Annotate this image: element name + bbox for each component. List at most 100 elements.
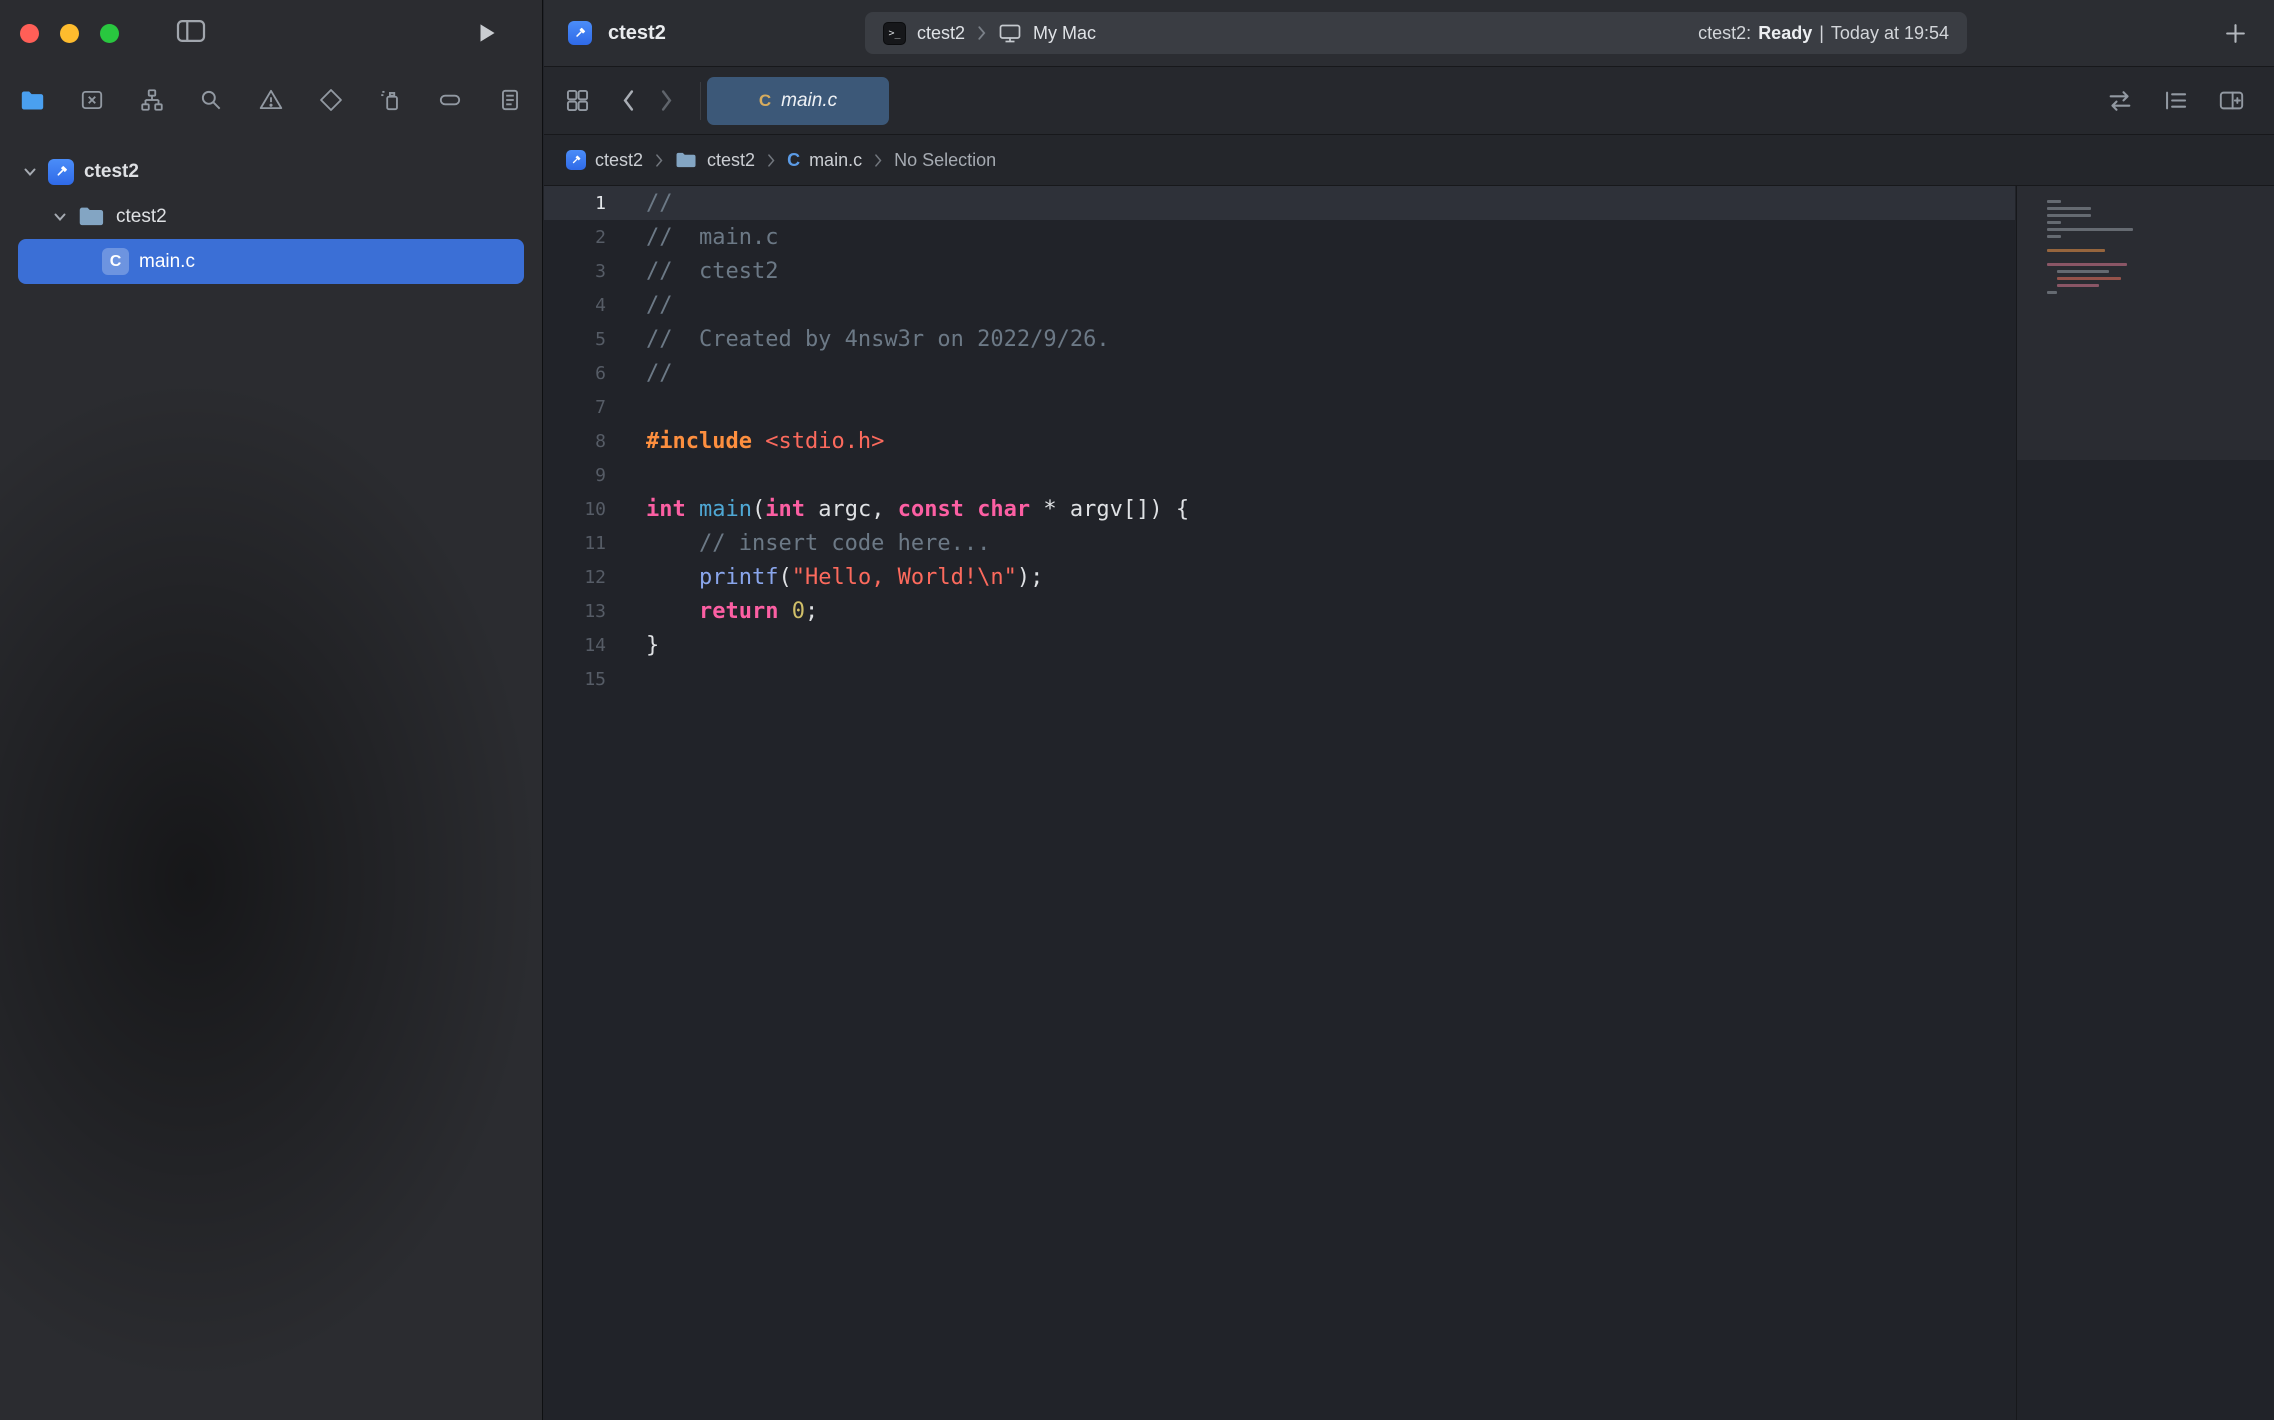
related-items-grid-icon[interactable] — [564, 87, 591, 114]
tree-item-file-selected[interactable]: C main.c — [18, 239, 524, 284]
code-text[interactable]: // — [628, 293, 673, 318]
code-line[interactable]: 7 — [544, 390, 2015, 424]
build-status-message: ctest2: Ready | Today at 19:54 — [1698, 23, 1949, 44]
line-number[interactable]: 7 — [544, 397, 628, 418]
line-number[interactable]: 11 — [544, 533, 628, 554]
code-text[interactable]: #include <stdio.h> — [628, 429, 884, 454]
minimize-window-button[interactable] — [60, 24, 79, 43]
project-navigator-icon[interactable] — [17, 85, 47, 115]
code-line[interactable]: 1// — [544, 186, 2015, 220]
editor-options-icon[interactable] — [2162, 87, 2189, 114]
code-line[interactable]: 11 // insert code here... — [544, 526, 2015, 560]
tree-item-label: ctest2 — [84, 161, 139, 183]
issue-navigator-icon[interactable] — [256, 85, 286, 115]
line-number[interactable]: 15 — [544, 669, 628, 690]
debug-navigator-icon[interactable] — [376, 85, 406, 115]
project-app-icon — [566, 150, 586, 170]
breadcrumb-item-project[interactable]: ctest2 — [566, 150, 643, 171]
tree-item-project[interactable]: ctest2 — [0, 149, 542, 194]
line-number[interactable]: 14 — [544, 635, 628, 656]
disclosure-chevron-icon[interactable] — [22, 164, 38, 180]
code-text[interactable]: // ctest2 — [628, 259, 778, 284]
code-area[interactable]: 1//2// main.c3// ctest24//5// Created by… — [544, 186, 2015, 696]
close-window-button[interactable] — [20, 24, 39, 43]
line-number[interactable]: 2 — [544, 227, 628, 248]
status-divider: | — [1819, 23, 1824, 44]
code-text[interactable]: printf("Hello, World!\n"); — [628, 565, 1043, 590]
code-line[interactable]: 13 return 0; — [544, 594, 2015, 628]
code-text[interactable]: // — [628, 191, 673, 216]
destination-selector[interactable]: My Mac — [1033, 23, 1096, 44]
line-number[interactable]: 1 — [544, 193, 628, 214]
sidebar: ctest2 ctest2 C main.c — [0, 0, 543, 1420]
breadcrumb-item-file[interactable]: C main.c — [787, 150, 862, 171]
code-line[interactable]: 5// Created by 4nsw3r on 2022/9/26. — [544, 322, 2015, 356]
chevron-right-icon — [873, 152, 883, 169]
test-navigator-icon[interactable] — [316, 85, 346, 115]
tab-bar: C main.c — [544, 67, 2274, 135]
swap-arrows-icon[interactable] — [2106, 87, 2134, 115]
line-number[interactable]: 3 — [544, 261, 628, 282]
disclosure-chevron-icon[interactable] — [52, 209, 68, 225]
breakpoint-navigator-icon[interactable] — [435, 85, 465, 115]
breadcrumb-item-selection[interactable]: No Selection — [894, 150, 996, 171]
c-file-icon: C — [102, 248, 129, 275]
code-line[interactable]: 12 printf("Hello, World!\n"); — [544, 560, 2015, 594]
code-text[interactable]: // insert code here... — [628, 531, 990, 556]
line-number[interactable]: 4 — [544, 295, 628, 316]
add-button[interactable] — [2223, 21, 2248, 46]
code-line[interactable]: 14} — [544, 628, 2015, 662]
scheme-selector[interactable]: ctest2 — [917, 23, 965, 44]
breadcrumb-item-group[interactable]: ctest2 — [675, 150, 755, 171]
chevron-right-icon — [766, 152, 776, 169]
zoom-window-button[interactable] — [100, 24, 119, 43]
code-text[interactable]: // main.c — [628, 225, 778, 250]
main-toolbar: ctest2 >_ ctest2 My Mac ctest2: Ready — [544, 0, 2274, 67]
code-text[interactable]: return 0; — [628, 599, 818, 624]
code-line[interactable]: 9 — [544, 458, 2015, 492]
symbol-navigator-icon[interactable] — [137, 85, 167, 115]
breadcrumb-label: No Selection — [894, 150, 996, 171]
sidebar-toggle-icon[interactable] — [176, 18, 206, 44]
code-line[interactable]: 3// ctest2 — [544, 254, 2015, 288]
line-number[interactable]: 6 — [544, 363, 628, 384]
project-tree: ctest2 ctest2 C main.c — [0, 133, 542, 284]
line-number[interactable]: 10 — [544, 499, 628, 520]
tree-item-folder[interactable]: ctest2 — [0, 194, 542, 239]
breadcrumb-label: ctest2 — [595, 150, 643, 171]
code-line[interactable]: 2// main.c — [544, 220, 2015, 254]
find-navigator-icon[interactable] — [196, 85, 226, 115]
tab-main-c[interactable]: C main.c — [707, 77, 889, 125]
tree-item-label: ctest2 — [116, 206, 167, 228]
tabbar-separator — [700, 82, 701, 120]
tab-label: main.c — [781, 90, 837, 112]
minimap[interactable] — [2016, 186, 2274, 1420]
run-button[interactable] — [474, 20, 500, 46]
line-number[interactable]: 13 — [544, 601, 628, 622]
code-text[interactable]: // Created by 4nsw3r on 2022/9/26. — [628, 327, 1110, 352]
add-editor-icon[interactable] — [2217, 87, 2246, 114]
line-number[interactable]: 8 — [544, 431, 628, 452]
code-line[interactable]: 6// — [544, 356, 2015, 390]
window-title: ctest2 — [608, 22, 666, 45]
project-app-icon — [568, 21, 592, 45]
line-number[interactable]: 12 — [544, 567, 628, 588]
go-back-icon[interactable] — [620, 87, 637, 114]
breadcrumb-label: main.c — [809, 150, 862, 171]
code-line[interactable]: 10int main(int argc, const char * argv[]… — [544, 492, 2015, 526]
line-number[interactable]: 9 — [544, 465, 628, 486]
code-line[interactable]: 4// — [544, 288, 2015, 322]
code-text[interactable]: int main(int argc, const char * argv[]) … — [628, 497, 1189, 522]
line-number[interactable]: 5 — [544, 329, 628, 350]
code-line[interactable]: 8#include <stdio.h> — [544, 424, 2015, 458]
source-control-navigator-icon[interactable] — [77, 85, 107, 115]
go-forward-icon[interactable] — [658, 87, 675, 114]
code-line[interactable]: 15 — [544, 662, 2015, 696]
chevron-right-icon — [654, 152, 664, 169]
code-text[interactable]: } — [628, 633, 659, 658]
xcode-window: ctest2 ctest2 C main.c — [0, 0, 2274, 1420]
chevron-right-icon — [976, 24, 987, 42]
report-navigator-icon[interactable] — [495, 85, 525, 115]
code-text[interactable]: // — [628, 361, 673, 386]
code-editor[interactable]: 1//2// main.c3// ctest24//5// Created by… — [544, 186, 2274, 1420]
